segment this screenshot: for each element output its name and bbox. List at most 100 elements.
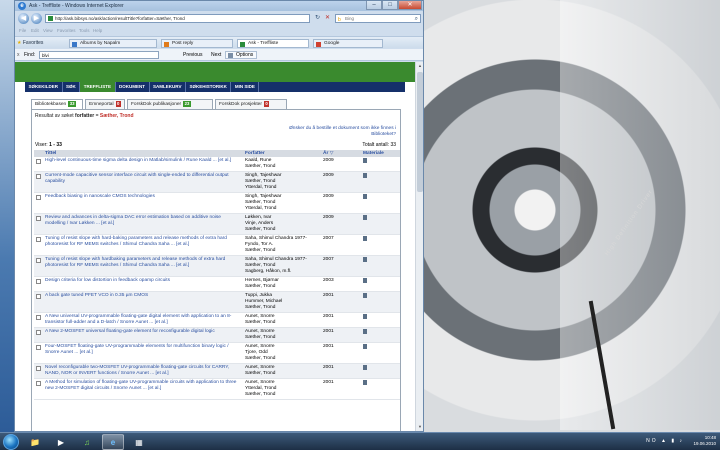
- row-checkbox[interactable]: [36, 330, 41, 335]
- menu-view[interactable]: View: [43, 28, 53, 33]
- tab-forskdok-publikasjoner[interactable]: ForskDok publikasjoner 23: [127, 99, 213, 109]
- book-icon[interactable]: [363, 215, 367, 220]
- site-nav-treffliste[interactable]: TREFFLISTE: [80, 82, 116, 92]
- find-options-button[interactable]: Options: [225, 51, 258, 59]
- title-link[interactable]: A Method for simulation of floating-gate…: [45, 380, 236, 391]
- book-icon[interactable]: [363, 173, 367, 178]
- book-icon[interactable]: [363, 314, 367, 319]
- menu-file[interactable]: File: [19, 28, 26, 33]
- book-icon[interactable]: [363, 365, 367, 370]
- column-author[interactable]: Forfatter: [243, 150, 321, 157]
- browser-window[interactable]: e Ask - Treffliste - Windows Internet Ex…: [14, 0, 424, 432]
- menu-tools[interactable]: Tools: [79, 28, 90, 33]
- site-nav-sokekilder[interactable]: SØKEKILDER: [25, 82, 63, 92]
- find-previous-button[interactable]: Previous: [183, 52, 202, 58]
- row-checkbox[interactable]: [36, 258, 41, 263]
- ie-taskbar-icon[interactable]: e: [102, 434, 124, 450]
- title-link[interactable]: A New 2-MOSFET universal floating-gate e…: [45, 329, 215, 334]
- table-row: A Method for simulation of floating-gate…: [34, 378, 400, 400]
- refresh-button[interactable]: ↻: [313, 14, 322, 23]
- book-icon[interactable]: [363, 329, 367, 334]
- title-link[interactable]: Tuning of resist slope with hardbaking p…: [45, 257, 225, 268]
- find-next-button[interactable]: Next: [211, 52, 221, 58]
- close-button[interactable]: ✕: [398, 1, 422, 10]
- book-icon[interactable]: [363, 380, 367, 385]
- find-input[interactable]: blvi: [39, 51, 159, 59]
- title-link[interactable]: Current-mode capacitive sensor interface…: [45, 173, 229, 184]
- maximize-button[interactable]: □: [382, 1, 398, 10]
- book-icon[interactable]: [363, 194, 367, 199]
- book-icon[interactable]: [363, 158, 367, 163]
- column-year[interactable]: År ▽: [321, 150, 361, 157]
- tab-post-reply[interactable]: Post reply: [161, 39, 233, 48]
- scroll-up-arrow-icon[interactable]: ▲: [417, 63, 423, 69]
- row-checkbox[interactable]: [36, 174, 41, 179]
- menu-edit[interactable]: Edit: [31, 28, 39, 33]
- title-link[interactable]: Tuning of resist slope with hard-baking …: [45, 236, 227, 247]
- title-link[interactable]: Feedback biasing in nanoscale CMOS techn…: [45, 194, 155, 199]
- row-checkbox[interactable]: [36, 279, 41, 284]
- scroll-down-arrow-icon[interactable]: ▼: [417, 424, 423, 430]
- stop-button[interactable]: ✕: [323, 14, 332, 23]
- row-checkbox[interactable]: [36, 345, 41, 350]
- favorites-button[interactable]: ★ Favorites: [17, 40, 43, 46]
- media-player-taskbar-icon[interactable]: ▶: [50, 434, 72, 450]
- site-nav-sokehistorikk[interactable]: SØKEHISTORIKK: [186, 82, 232, 92]
- tab-forskdok-prosjekter[interactable]: ForskDok prosjekter 0: [215, 99, 287, 109]
- row-checkbox[interactable]: [36, 195, 41, 200]
- book-icon[interactable]: [363, 236, 367, 241]
- tab-google[interactable]: Google: [313, 39, 383, 48]
- row-checkbox[interactable]: [36, 216, 41, 221]
- row-checkbox[interactable]: [36, 159, 41, 164]
- tab-emneportal[interactable]: Emneportal 0: [85, 99, 125, 109]
- row-checkbox[interactable]: [36, 294, 41, 299]
- spotify-taskbar-icon[interactable]: ♫: [76, 434, 98, 450]
- search-input[interactable]: b Bing ⌕: [335, 14, 421, 23]
- site-nav-dokument[interactable]: DOKUMENT: [116, 82, 150, 92]
- book-icon[interactable]: [363, 257, 367, 262]
- page-scrollbar[interactable]: ▲ ▼: [415, 62, 423, 431]
- row-checkbox[interactable]: [36, 237, 41, 242]
- menu-help[interactable]: Help: [93, 28, 102, 33]
- order-document-link[interactable]: Ønsker du å bestille et dokument som ikk…: [286, 126, 396, 138]
- clock[interactable]: 10:48 19.06.2010: [693, 435, 716, 447]
- tab-ask-treffliste[interactable]: Ask - Treffliste: [237, 39, 309, 48]
- count-badge: 0: [115, 101, 121, 107]
- minimize-button[interactable]: –: [366, 1, 382, 10]
- forward-button[interactable]: ▶: [31, 13, 42, 24]
- site-nav-sok[interactable]: SØK: [63, 82, 81, 92]
- search-icon[interactable]: ⌕: [415, 15, 418, 23]
- explorer-taskbar-icon[interactable]: 📁: [24, 434, 46, 450]
- start-button[interactable]: [3, 434, 19, 450]
- title-link[interactable]: Review and advances in delta-sigma DAC e…: [45, 215, 221, 226]
- back-button[interactable]: ◀: [18, 13, 29, 24]
- system-tray[interactable]: NO ▲ ▮ ♪: [646, 438, 684, 444]
- title-link[interactable]: High-level continuous-time sigma delta d…: [45, 158, 231, 163]
- address-bar[interactable]: http://ask.bibsys.no/ask/action/resultTi…: [45, 14, 310, 23]
- tab-bibliotekbasen[interactable]: Bibliotekbasen 33: [31, 99, 83, 109]
- scrollbar-thumb[interactable]: [417, 72, 423, 192]
- app-taskbar-icon[interactable]: ▦: [128, 434, 150, 450]
- title-link[interactable]: Novel reconfigurable two-MOSFET UV-progr…: [45, 365, 229, 376]
- row-checkbox[interactable]: [36, 315, 41, 320]
- material-cell: [361, 234, 400, 256]
- title-link[interactable]: Design criteria for low distortion in fe…: [45, 278, 170, 283]
- title-link[interactable]: A New universal UV-programmable floating…: [45, 314, 231, 325]
- title-link[interactable]: Four-MOSFET floating-gate UV-programmabl…: [45, 344, 229, 355]
- site-header-band: [15, 62, 415, 82]
- column-title[interactable]: Tittel: [43, 150, 243, 157]
- book-icon[interactable]: [363, 344, 367, 349]
- site-nav-min-side[interactable]: MIN SIDE: [231, 82, 260, 92]
- site-nav-samlekurv[interactable]: SAMLEKURV: [150, 82, 186, 92]
- title-link[interactable]: A back gate tuned PFET VCO in 0.35 µm CM…: [45, 293, 148, 298]
- book-icon[interactable]: [363, 293, 367, 298]
- close-find-icon[interactable]: x: [17, 52, 20, 58]
- row-checkbox[interactable]: [36, 381, 41, 386]
- language-indicator[interactable]: NO: [646, 438, 658, 444]
- author-cell: Hernes, Bjørnar Sæther, Trond: [243, 276, 321, 292]
- row-checkbox[interactable]: [36, 366, 41, 371]
- menu-favorites[interactable]: Favorites: [57, 28, 76, 33]
- book-icon[interactable]: [363, 278, 367, 283]
- title-bar[interactable]: e Ask - Treffliste - Windows Internet Ex…: [15, 1, 423, 11]
- tab-albums[interactable]: Albums by Napalm: [69, 39, 157, 48]
